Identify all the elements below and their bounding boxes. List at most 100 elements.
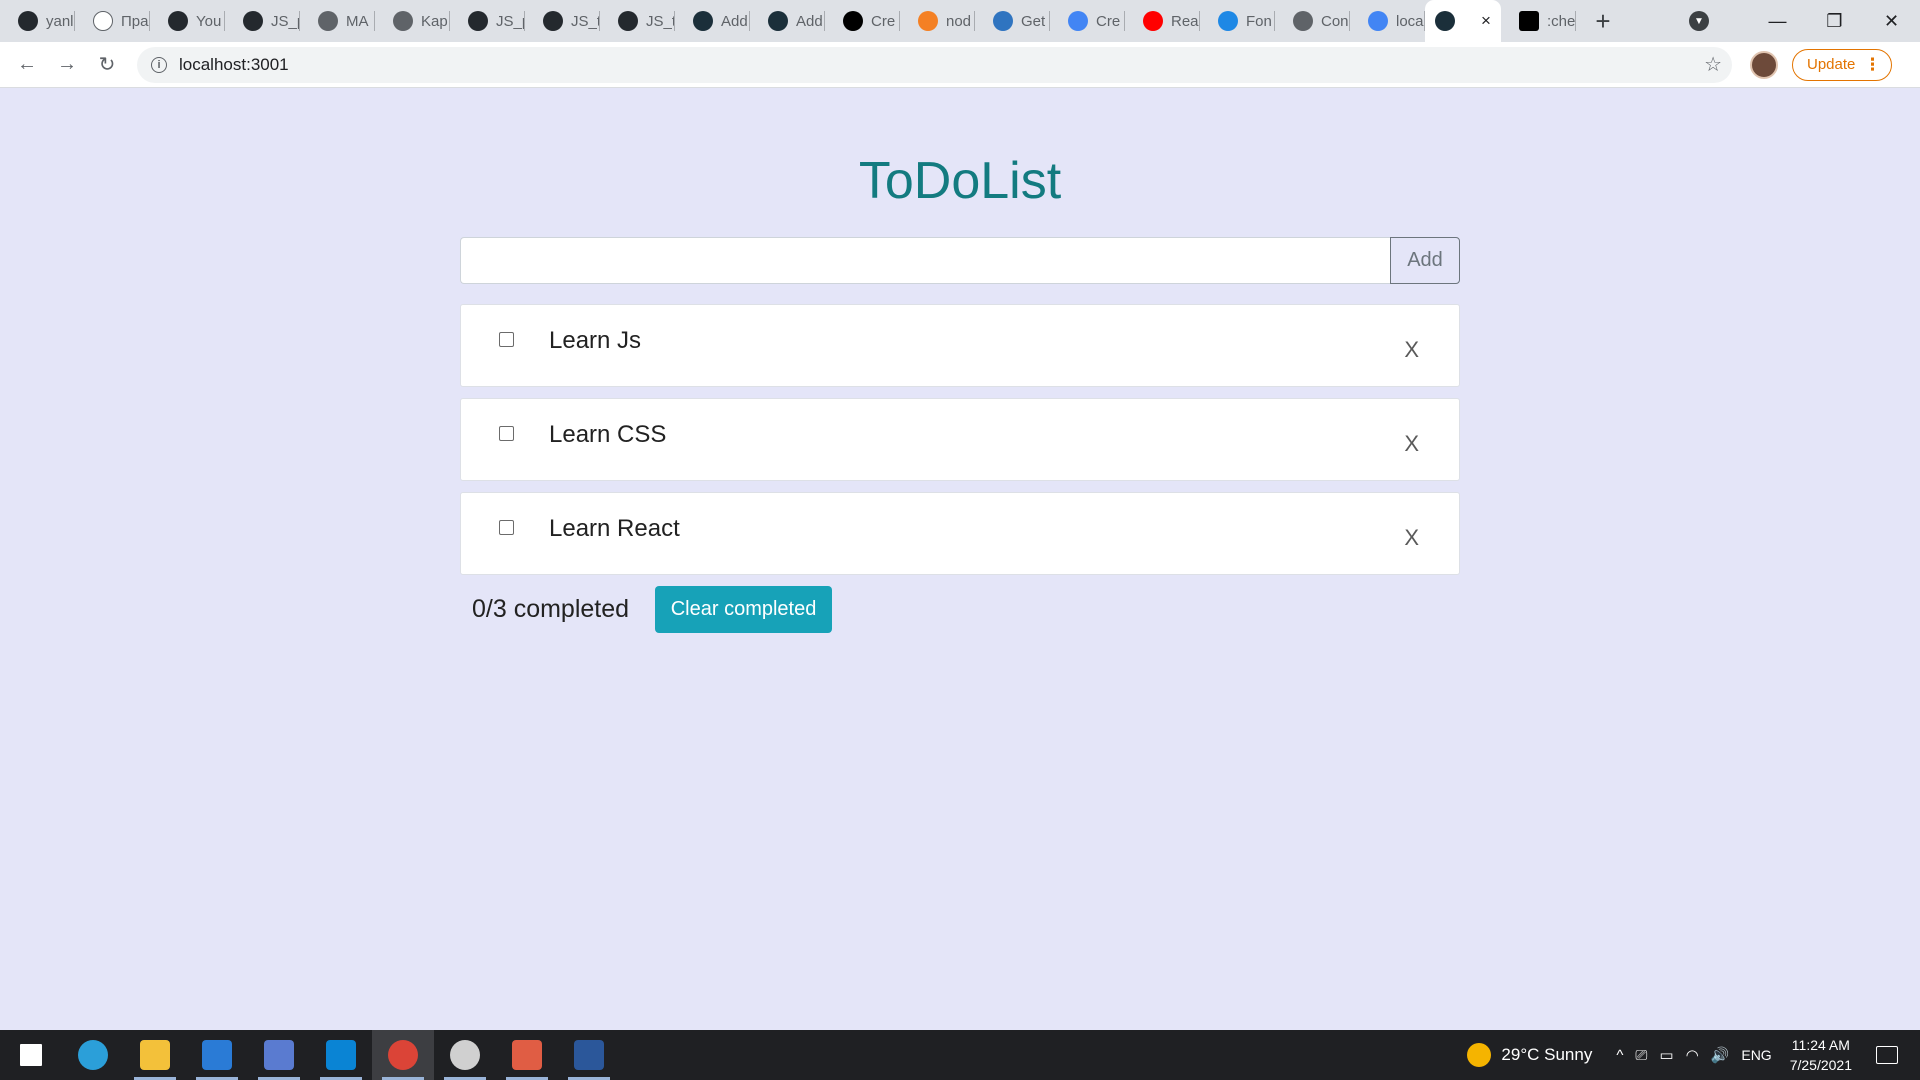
back-icon[interactable]: ← (7, 45, 47, 85)
todo-checkbox[interactable] (499, 332, 514, 347)
todo-item: Learn React X (460, 492, 1460, 575)
clock-date: 7/25/2021 (1789, 1057, 1852, 1073)
tab-title: Add (796, 12, 823, 30)
github-desktop-icon[interactable] (434, 1030, 496, 1080)
git-icon[interactable] (496, 1030, 558, 1080)
address-url[interactable]: localhost:3001 (179, 55, 289, 75)
browser-tab[interactable]: Kap (375, 0, 450, 42)
mail-icon[interactable] (186, 1030, 248, 1080)
volume-icon[interactable]: 🔊 (1711, 1046, 1730, 1064)
start-icon[interactable] (0, 1030, 62, 1080)
show-hidden-icons-icon[interactable]: ^ (1616, 1047, 1623, 1064)
new-tab-icon[interactable]: + (1576, 0, 1630, 42)
file-explorer-icon-glyph (140, 1040, 170, 1070)
github-desktop-icon-glyph (450, 1040, 480, 1070)
edge-icon[interactable] (62, 1030, 124, 1080)
remote-desktop-icon[interactable] (248, 1030, 310, 1080)
notifications-icon[interactable] (1876, 1046, 1898, 1064)
word-icon-glyph (574, 1040, 604, 1070)
browser-tab[interactable]: Add (750, 0, 825, 42)
tab-favicon-icon (1218, 11, 1238, 31)
window-controls: ▼ — ❐ ✕ (1689, 0, 1920, 42)
todo-text: Learn Js (549, 327, 642, 354)
todo-checkbox[interactable] (499, 426, 514, 441)
menu-dots-icon[interactable]: ⋮ (1864, 55, 1881, 75)
browser-tab[interactable]: JS_p (225, 0, 300, 42)
browser-tab[interactable]: Rea (1125, 0, 1200, 42)
browser-tab-active[interactable]: × (1425, 0, 1501, 42)
add-button[interactable]: Add (1390, 237, 1460, 284)
tab-favicon-icon (693, 11, 713, 31)
tab-favicon-icon (93, 11, 113, 31)
browser-toolbar: ← → ↻ i localhost:3001 ☆ Update ⋮ (0, 42, 1920, 88)
tab-favicon-icon (318, 11, 338, 31)
tab-favicon-icon (543, 11, 563, 31)
new-todo-input[interactable] (460, 237, 1390, 284)
battery-icon[interactable]: ▭ (1659, 1046, 1673, 1064)
tab-favicon-icon (393, 11, 413, 31)
meet-now-icon[interactable]: ⎚ (1635, 1047, 1647, 1064)
close-tab-icon[interactable]: × (1481, 11, 1491, 31)
address-bar[interactable]: i localhost:3001 ☆ (137, 46, 1732, 83)
clear-completed-button[interactable]: Clear completed (655, 586, 833, 633)
delete-todo-button[interactable]: X (1404, 525, 1419, 551)
chrome-icon[interactable] (372, 1030, 434, 1080)
browser-tab[interactable]: Fon (1200, 0, 1275, 42)
tab-title: Kap (421, 12, 448, 30)
profile-avatar[interactable] (1750, 50, 1778, 79)
browser-tab[interactable]: You (150, 0, 225, 42)
file-explorer-icon[interactable] (124, 1030, 186, 1080)
close-window-button[interactable]: ✕ (1863, 0, 1920, 42)
bookmark-star-icon[interactable]: ☆ (1704, 52, 1722, 77)
minimize-button[interactable]: — (1749, 0, 1806, 42)
todo-text: Learn CSS (549, 421, 667, 448)
browser-tab[interactable]: Add (675, 0, 750, 42)
restore-button[interactable]: ❐ (1806, 0, 1863, 42)
edge-icon-glyph (78, 1040, 108, 1070)
tab-title: :che (1547, 12, 1576, 30)
tab-favicon-icon (1143, 11, 1163, 31)
browser-tab[interactable]: Get (975, 0, 1050, 42)
completed-count: 0/3 completed (472, 595, 630, 623)
react-icon (1435, 11, 1455, 31)
clock-time: 11:24 AM (1791, 1037, 1850, 1053)
tab-favicon-icon (1068, 11, 1088, 31)
update-button[interactable]: Update ⋮ (1792, 48, 1892, 81)
browser-tab[interactable]: MA (300, 0, 375, 42)
browser-tab[interactable]: nod (900, 0, 975, 42)
language-indicator[interactable]: ENG (1741, 1047, 1771, 1063)
todo-checkbox[interactable] (499, 520, 514, 535)
browser-tab[interactable]: Cre (825, 0, 900, 42)
tab-title: JS_p (271, 12, 300, 30)
browser-tab[interactable]: :che (1501, 0, 1576, 42)
tab-favicon-icon (768, 11, 788, 31)
vscode-icon[interactable] (310, 1030, 372, 1080)
weather-sun-icon[interactable] (1467, 1043, 1492, 1067)
word-icon[interactable] (558, 1030, 620, 1080)
wifi-icon[interactable]: ◠ (1686, 1046, 1699, 1064)
tab-favicon-icon (1368, 11, 1388, 31)
browser-tab[interactable]: JS_t (525, 0, 600, 42)
weather-text[interactable]: 29°C Sunny (1501, 1045, 1592, 1065)
browser-tab[interactable]: JS_p (450, 0, 525, 42)
browser-tab[interactable]: loca (1350, 0, 1425, 42)
tab-favicon-icon (243, 11, 263, 31)
clock[interactable]: 11:24 AM 7/25/2021 (1790, 1035, 1852, 1075)
site-info-icon[interactable]: i (151, 56, 167, 73)
tab-favicon-icon (918, 11, 938, 31)
tab-search-icon[interactable]: ▼ (1689, 11, 1709, 31)
tab-title: Con (1321, 12, 1349, 30)
browser-tab[interactable]: Con (1275, 0, 1350, 42)
browser-tab[interactable]: Cre (1050, 0, 1125, 42)
browser-tab[interactable]: Пра (75, 0, 150, 42)
system-tray: 29°C Sunny ^ ⎚ ▭ ◠ 🔊 ENG 11:24 AM 7/25/2… (1467, 1030, 1920, 1080)
tab-favicon-icon (168, 11, 188, 31)
forward-icon[interactable]: → (47, 45, 87, 85)
todo-item: Learn CSS X (460, 398, 1460, 481)
tab-title: Cre (871, 12, 896, 30)
browser-tab[interactable]: JS_t (600, 0, 675, 42)
reload-icon[interactable]: ↻ (87, 45, 127, 85)
browser-tab[interactable]: yanl (0, 0, 75, 42)
delete-todo-button[interactable]: X (1404, 337, 1419, 363)
delete-todo-button[interactable]: X (1404, 431, 1419, 457)
